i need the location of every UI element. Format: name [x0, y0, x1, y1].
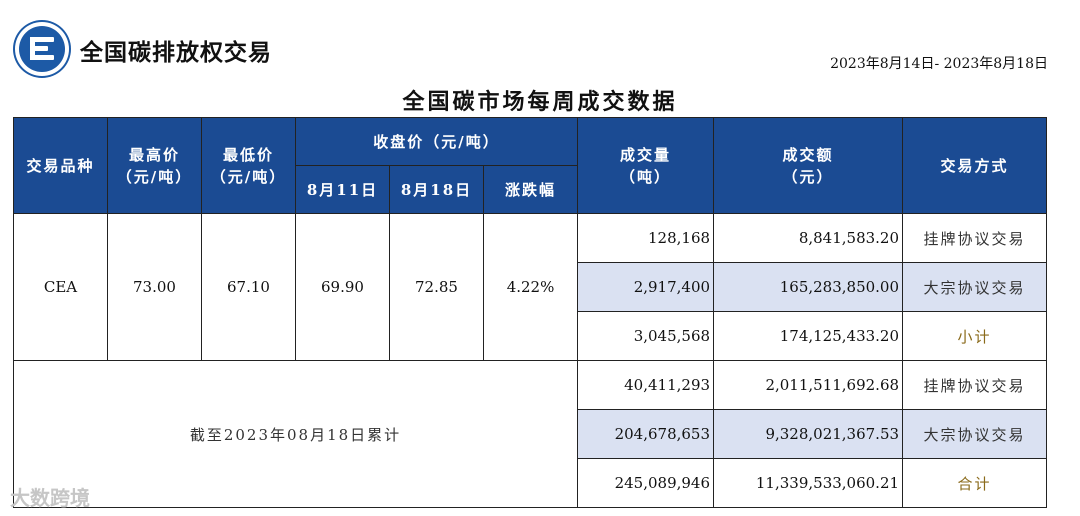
- table-row: CEA 73.00 67.10 69.90 72.85 4.22% 128,16…: [13, 213, 1048, 361]
- org-name: 全国碳排放权交易: [80, 40, 272, 66]
- table-row: 截至2023年08月18日累计 40,411,293 2,011,511,692…: [12, 360, 1048, 508]
- amount-cell: 11,339,533,060.21: [713, 458, 904, 508]
- product-cell: CEA: [13, 213, 108, 361]
- col-header-close: 收盘价（元/吨）: [294, 117, 579, 166]
- weekly-trading-table: 交易品种 最高价 （元/吨） 最低价 （元/吨） 收盘价（元/吨） 成交量 （吨） 成…: [12, 117, 1048, 508]
- volume-cell: 204,678,653: [577, 409, 715, 459]
- table-title: 全国碳市场每周成交数据: [402, 89, 678, 115]
- col-header-volume: 成交量 （吨）: [577, 117, 715, 214]
- method-cell: 大宗协议交易: [902, 262, 1048, 312]
- change-cell: 4.22%: [482, 213, 579, 361]
- volume-cell: 128,168: [577, 213, 715, 263]
- col-header-close-prev: 8月11日: [295, 165, 390, 214]
- col-header-change: 涨跌幅: [482, 165, 579, 214]
- col-header-high: 最高价 （元/吨）: [107, 117, 202, 214]
- amount-cell: 9,328,021,367.53: [713, 409, 904, 459]
- method-cell: 小计: [902, 311, 1048, 361]
- volume-cell: 245,089,946: [577, 458, 715, 508]
- method-cell: 挂牌协议交易: [902, 360, 1048, 410]
- exchange-logo-icon: [15, 22, 69, 76]
- volume-cell: 3,045,568: [577, 311, 715, 361]
- amount-cell: 174,125,433.20: [713, 311, 904, 361]
- amount-cell: 8,841,583.20: [713, 213, 904, 263]
- col-header-low: 最低价 （元/吨）: [201, 117, 296, 214]
- close-prev-cell: 69.90: [295, 213, 390, 361]
- col-header-method: 交易方式: [902, 117, 1048, 214]
- col-header-product: 交易品种: [13, 117, 108, 214]
- amount-cell: 165,283,850.00: [713, 262, 904, 312]
- page-header: 全国碳排放权交易 2023年8月14日- 2023年8月18日 全国碳市场每周成…: [0, 0, 1080, 115]
- amount-cell: 2,011,511,692.68: [713, 360, 904, 410]
- close-curr-cell: 72.85: [389, 213, 484, 361]
- col-header-close-curr: 8月18日: [389, 165, 484, 214]
- high-price-cell: 73.00: [107, 213, 202, 361]
- cumulative-label-cell: 截至2023年08月18日累计: [12, 360, 579, 508]
- watermark: 大数跨境: [10, 486, 90, 510]
- col-header-amount: 成交额 （元）: [713, 117, 904, 214]
- method-cell: 挂牌协议交易: [902, 213, 1048, 263]
- volume-cell: 40,411,293: [577, 360, 715, 410]
- low-price-cell: 67.10: [201, 213, 296, 361]
- volume-cell: 2,917,400: [577, 262, 715, 312]
- date-range: 2023年8月14日- 2023年8月18日: [830, 56, 1048, 72]
- method-cell: 合计: [902, 458, 1048, 508]
- method-cell: 大宗协议交易: [902, 409, 1048, 459]
